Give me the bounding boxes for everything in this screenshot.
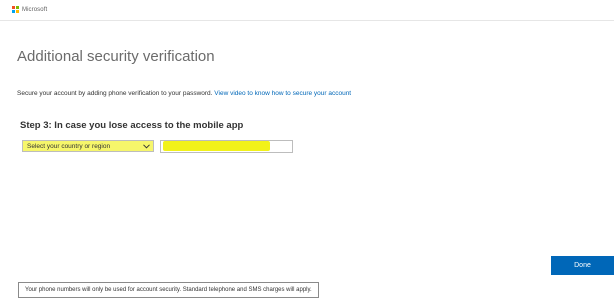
phone-number-input[interactable] (160, 140, 293, 153)
microsoft-logo-icon (12, 6, 19, 13)
step-heading: Step 3: In case you lose access to the m… (20, 120, 244, 131)
brand-name: Microsoft (22, 6, 48, 13)
top-bar: Microsoft (0, 0, 614, 21)
intro-description: Secure your account by adding phone veri… (17, 90, 215, 97)
chevron-down-icon (139, 141, 153, 151)
country-region-select[interactable]: Select your country or region (22, 140, 154, 152)
page-title: Additional security verification (17, 48, 215, 65)
disclaimer-notice: Your phone numbers will only be used for… (18, 282, 319, 298)
done-button[interactable]: Done (551, 256, 614, 275)
country-select-value: Select your country or region (27, 142, 111, 150)
video-help-link[interactable]: View video to know how to secure your ac… (214, 90, 351, 97)
intro-text: Secure your account by adding phone veri… (17, 90, 351, 97)
microsoft-logo: Microsoft (12, 6, 47, 13)
